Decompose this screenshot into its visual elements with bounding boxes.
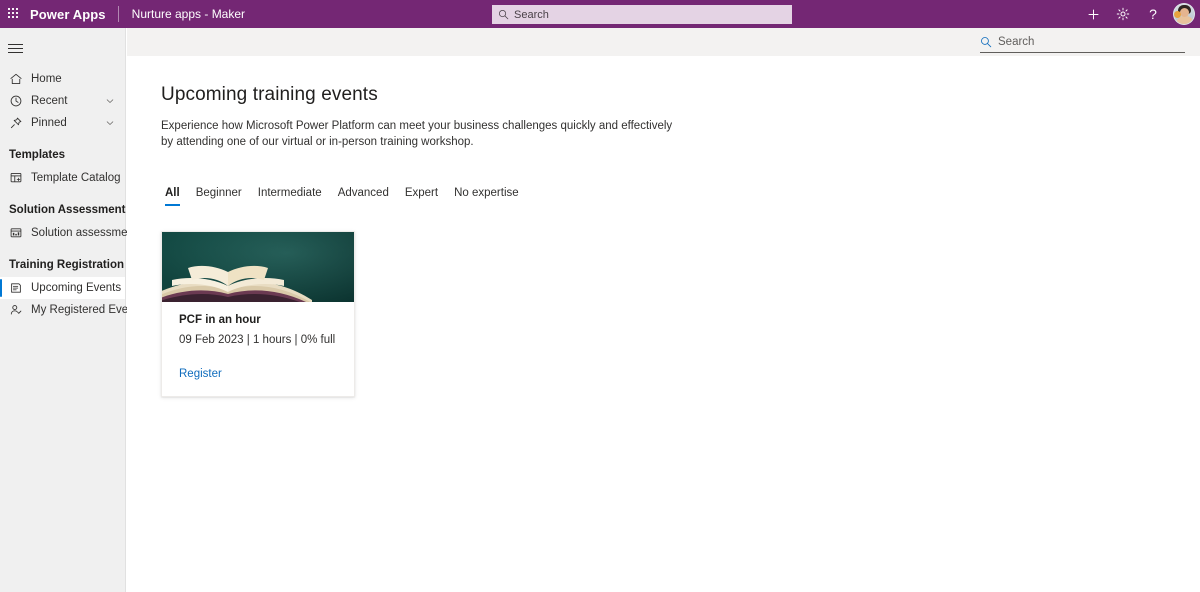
expertise-filter-tabs: All Beginner Intermediate Advanced Exper… — [161, 180, 1200, 206]
command-bar: Search — [127, 28, 1200, 56]
pin-icon — [8, 115, 24, 131]
event-card-list: PCF in an hour 09 Feb 2023 | 1 hours | 0… — [161, 231, 1200, 397]
avatar — [1173, 3, 1195, 25]
sidebar-group-templates: Templates — [9, 149, 66, 161]
template-catalog-icon — [8, 170, 24, 186]
upcoming-events-icon — [8, 280, 24, 296]
sidebar-item-pinned[interactable]: Pinned — [0, 112, 125, 134]
sidebar-item-upcoming-events[interactable]: Upcoming Events — [0, 277, 125, 299]
event-card-image — [162, 232, 354, 302]
page-description: Experience how Microsoft Power Platform … — [161, 120, 673, 148]
new-icon[interactable] — [1078, 0, 1108, 28]
page-search-placeholder: Search — [998, 35, 1035, 48]
event-card-body: PCF in an hour 09 Feb 2023 | 1 hours | 0… — [162, 302, 354, 396]
sidebar-item-label: Template Catalog — [31, 172, 121, 184]
page-search-box[interactable]: Search — [980, 31, 1185, 53]
sidebar-item-template-catalog[interactable]: Template Catalog — [0, 167, 125, 189]
solution-assessment-icon — [8, 225, 24, 241]
open-book-icon — [162, 265, 312, 302]
sidebar-item-label: Upcoming Events — [31, 282, 122, 294]
tab-intermediate[interactable]: Intermediate — [250, 187, 330, 206]
tab-expert[interactable]: Expert — [397, 187, 446, 206]
sidebar-item-solution-assessment[interactable]: Solution assessment — [0, 222, 137, 244]
search-icon — [980, 36, 992, 48]
register-link[interactable]: Register — [179, 368, 222, 380]
power-apps-window: Power Apps Nurture apps - Maker Search ?… — [0, 0, 1200, 592]
event-card-meta: 09 Feb 2023 | 1 hours | 0% full — [179, 334, 336, 346]
suite-header: Power Apps Nurture apps - Maker Search ? — [0, 0, 1200, 28]
clock-icon — [8, 93, 24, 109]
environment-name[interactable]: Nurture apps - Maker — [119, 7, 245, 21]
tab-beginner[interactable]: Beginner — [188, 187, 250, 206]
sidebar-item-label: Home — [31, 73, 62, 85]
sidebar: Home Recent Pinned Templates Template Ca… — [0, 28, 144, 592]
registered-events-icon — [8, 302, 24, 318]
sidebar-item-my-registered-events[interactable]: My Registered Events — [0, 299, 144, 321]
sidebar-item-label: Pinned — [31, 117, 67, 129]
help-icon[interactable]: ? — [1138, 0, 1168, 28]
sidebar-primary-list: Home Recent Pinned — [0, 68, 125, 134]
chevron-down-icon[interactable] — [105, 96, 115, 106]
sidebar-item-recent[interactable]: Recent — [0, 90, 125, 112]
app-launcher-waffle-icon[interactable] — [0, 0, 28, 28]
tab-no-expertise[interactable]: No expertise — [446, 187, 527, 206]
chevron-down-icon[interactable] — [105, 118, 115, 128]
brand-title[interactable]: Power Apps — [28, 7, 118, 22]
global-search-placeholder: Search — [514, 8, 549, 21]
sidebar-item-label: Solution assessment — [31, 227, 138, 239]
global-search-box[interactable]: Search — [492, 5, 792, 24]
page-body: Upcoming training events Experience how … — [127, 56, 1200, 397]
main-content: Search Upcoming training events Experien… — [127, 28, 1200, 592]
search-icon — [498, 9, 509, 20]
sidebar-group-solution-assessment: Solution Assessment — [9, 204, 126, 216]
nav-toggle-icon[interactable] — [0, 34, 40, 62]
sidebar-item-label: Recent — [31, 95, 68, 107]
waffle-grid-icon — [8, 8, 20, 20]
user-avatar-button[interactable] — [1168, 0, 1200, 28]
home-icon — [8, 71, 24, 87]
header-actions: ? — [1078, 0, 1200, 28]
gear-icon[interactable] — [1108, 0, 1138, 28]
event-card[interactable]: PCF in an hour 09 Feb 2023 | 1 hours | 0… — [161, 231, 355, 397]
tab-all[interactable]: All — [161, 187, 188, 206]
page-title: Upcoming training events — [161, 84, 378, 105]
event-card-title: PCF in an hour — [179, 314, 261, 326]
sidebar-group-training-registration: Training Registration — [9, 259, 125, 271]
sidebar-item-home[interactable]: Home — [0, 68, 125, 90]
tab-advanced[interactable]: Advanced — [330, 187, 397, 206]
